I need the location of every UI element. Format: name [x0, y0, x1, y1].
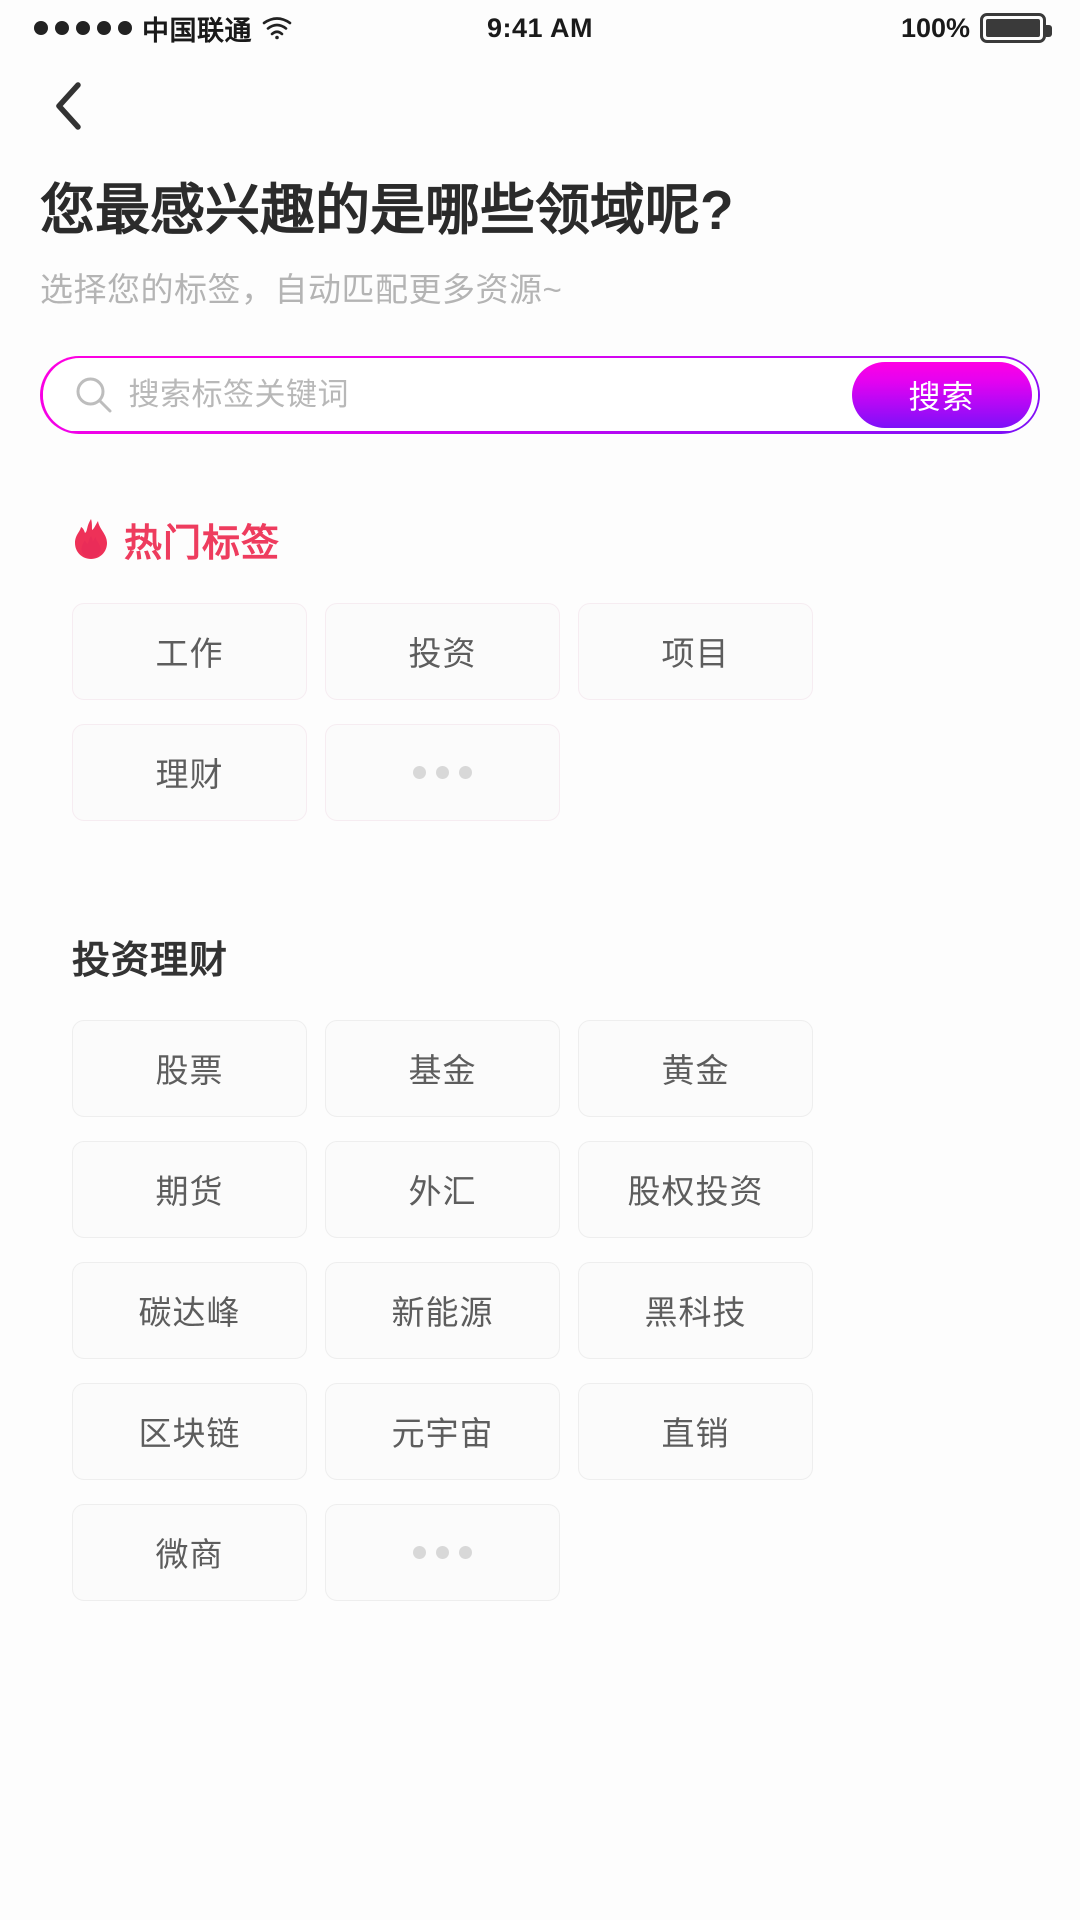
- category-title: 投资理财: [72, 939, 229, 982]
- category-tag-chip-label: 碳达峰: [138, 1294, 241, 1332]
- hot-tag-chip[interactable]: 理财: [72, 723, 307, 821]
- category-tag-chip-label: 基金: [408, 1052, 477, 1090]
- back-button[interactable]: [40, 80, 96, 136]
- status-bar-left: 中国联通: [34, 9, 487, 48]
- hot-tag-chip-label: 项目: [661, 635, 730, 673]
- signal-dots-icon: [34, 21, 132, 35]
- category-tag-chip[interactable]: 期货: [72, 1140, 307, 1238]
- category-tag-chip-label: 股权投资: [627, 1173, 764, 1211]
- hot-tags-section: 热门标签 工作 投资 项目理财: [0, 512, 1080, 821]
- category-tag-chip[interactable]: 区块链: [72, 1382, 307, 1480]
- category-tag-chip[interactable]: 基金: [325, 1019, 560, 1117]
- category-tag-chip[interactable]: 微商: [72, 1503, 307, 1601]
- page-subtitle: 选择您的标签，自动匹配更多资源~: [40, 270, 563, 308]
- category-tag-chip-label: 直销: [661, 1415, 730, 1453]
- category-tag-more-button[interactable]: [325, 1503, 560, 1601]
- wifi-icon: [262, 16, 292, 40]
- category-tag-chip-label: 微商: [155, 1536, 224, 1574]
- category-section: 投资理财 股票 基金 黄金期货 外汇 股权投资碳达峰 新能源 黑科技区块链 元宇宙 直销微商: [0, 929, 1080, 1601]
- category-tag-chip-label: 元宇宙: [391, 1415, 494, 1453]
- page-title: 您最感兴趣的是哪些领域呢?: [40, 179, 734, 241]
- ellipsis-icon: [413, 765, 472, 779]
- hot-tags-title: 热门标签: [124, 522, 281, 565]
- battery-percent-label: 100%: [900, 12, 970, 43]
- category-tag-chip-label: 黑科技: [644, 1294, 747, 1332]
- category-tag-chip-label: 新能源: [391, 1294, 494, 1332]
- search-bar[interactable]: 搜索: [40, 356, 1040, 434]
- category-tag-chip-label: 区块链: [138, 1415, 241, 1453]
- search-section: 搜索: [0, 311, 1080, 434]
- category-tag-chip[interactable]: 股票: [72, 1019, 307, 1117]
- category-tag-chip-label: 外汇: [408, 1173, 477, 1211]
- nav-bar: [0, 56, 1080, 160]
- hot-tag-chip[interactable]: 投资: [325, 602, 560, 700]
- hot-tag-more-button[interactable]: [325, 723, 560, 821]
- search-icon: [73, 374, 115, 416]
- hot-tag-chip[interactable]: 项目: [578, 602, 813, 700]
- battery-full-icon: [980, 13, 1052, 43]
- hot-tag-chip-label: 工作: [155, 635, 224, 673]
- category-tag-chip[interactable]: 新能源: [325, 1261, 560, 1359]
- search-bar-inner: 搜索: [42, 358, 1038, 432]
- search-input[interactable]: [128, 376, 852, 413]
- carrier-label: 中国联通: [142, 15, 252, 46]
- category-tag-chip[interactable]: 外汇: [325, 1140, 560, 1238]
- category-tag-chip-label: 股票: [155, 1052, 224, 1090]
- category-tags-grid: 股票 基金 黄金期货 外汇 股权投资碳达峰 新能源 黑科技区块链 元宇宙 直销微商: [40, 1019, 1040, 1601]
- category-tag-chip-label: 期货: [155, 1173, 224, 1211]
- status-bar: 中国联通 9:41 AM 100%: [0, 0, 1080, 56]
- hot-tag-chip-label: 投资: [408, 635, 477, 673]
- hot-tags-grid: 工作 投资 项目理财: [40, 602, 1040, 821]
- category-tag-chip[interactable]: 黄金: [578, 1019, 813, 1117]
- category-tag-chip-label: 黄金: [661, 1052, 730, 1090]
- hot-tags-header: 热门标签: [40, 512, 1040, 567]
- hot-tag-chip[interactable]: 工作: [72, 602, 307, 700]
- chevron-left-icon: [51, 80, 85, 137]
- hot-tag-chip-label: 理财: [155, 756, 224, 794]
- status-bar-time: 9:41 AM: [486, 12, 594, 43]
- flame-icon: [72, 518, 110, 560]
- category-tag-chip[interactable]: 碳达峰: [72, 1261, 307, 1359]
- category-tag-chip[interactable]: 元宇宙: [325, 1382, 560, 1480]
- app-screen: 中国联通 9:41 AM 100% 您最感兴趣的是哪些领域呢? 选择您的标签，自…: [0, 0, 1080, 1920]
- header-block: 您最感兴趣的是哪些领域呢? 选择您的标签，自动匹配更多资源~: [0, 160, 1080, 311]
- search-button[interactable]: 搜索: [851, 361, 1032, 428]
- category-tag-chip[interactable]: 直销: [578, 1382, 813, 1480]
- category-tag-chip[interactable]: 黑科技: [578, 1261, 813, 1359]
- category-tag-chip[interactable]: 股权投资: [578, 1140, 813, 1238]
- status-bar-right: 100%: [593, 12, 1052, 44]
- ellipsis-icon: [413, 1545, 472, 1559]
